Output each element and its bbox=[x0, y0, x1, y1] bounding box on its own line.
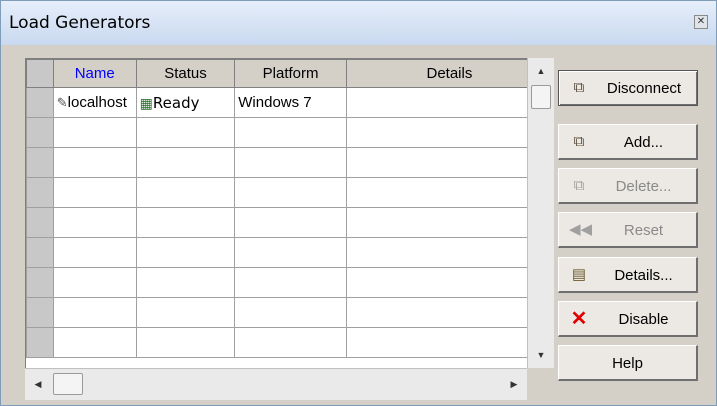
cell-name[interactable] bbox=[52, 327, 137, 358]
disconnect-button[interactable]: ⧉ Disconnect bbox=[558, 70, 698, 106]
cell-details[interactable] bbox=[345, 147, 553, 178]
cell-platform[interactable] bbox=[234, 237, 347, 268]
cell-status[interactable] bbox=[135, 207, 236, 238]
table-row[interactable]: ✎localhost ▦Ready Windows 7 bbox=[26, 87, 553, 118]
cell-details[interactable] bbox=[345, 207, 553, 238]
cell-details[interactable] bbox=[345, 87, 553, 118]
details-button[interactable]: ▤ Details... bbox=[558, 257, 698, 293]
row-header[interactable] bbox=[26, 207, 54, 238]
disconnect-label: Disconnect bbox=[606, 80, 682, 97]
cell-name[interactable] bbox=[52, 237, 137, 268]
row-header[interactable] bbox=[26, 297, 54, 328]
cell-details[interactable] bbox=[345, 177, 553, 208]
row-header[interactable] bbox=[26, 327, 54, 358]
grid-table: Name Status Platform Details ✎localhost … bbox=[26, 59, 553, 358]
cell-platform[interactable]: Windows 7 bbox=[234, 87, 347, 118]
cell-status[interactable] bbox=[135, 147, 236, 178]
delete-button[interactable]: ⧉ Delete... bbox=[558, 168, 698, 204]
add-label: Add... bbox=[623, 134, 664, 151]
load-generators-grid: Name Status Platform Details ✎localhost … bbox=[25, 58, 554, 400]
scroll-right-icon[interactable]: ▶ bbox=[501, 369, 527, 399]
table-row[interactable] bbox=[26, 207, 553, 238]
table-row[interactable] bbox=[26, 147, 553, 178]
cell-platform[interactable] bbox=[234, 267, 347, 298]
table-row[interactable] bbox=[26, 237, 553, 268]
plug-disconnect-icon: ⧉ bbox=[573, 79, 585, 96]
cell-platform[interactable] bbox=[234, 147, 347, 178]
reset-button[interactable]: ◀◀ Reset bbox=[558, 212, 698, 248]
cell-details[interactable] bbox=[345, 117, 553, 148]
vertical-scrollbar[interactable]: ▲ ▼ bbox=[527, 58, 554, 368]
row-header[interactable] bbox=[26, 147, 54, 178]
scroll-left-icon[interactable]: ◀ bbox=[25, 369, 51, 399]
title-bar: Load Generators ✕ bbox=[1, 1, 716, 45]
cell-name[interactable] bbox=[52, 147, 137, 178]
help-label: Help bbox=[612, 355, 643, 372]
column-header-name[interactable]: Name bbox=[52, 59, 137, 88]
cell-status[interactable] bbox=[135, 327, 236, 358]
cell-platform[interactable] bbox=[234, 207, 347, 238]
row-header[interactable] bbox=[26, 87, 54, 118]
cell-name[interactable] bbox=[52, 177, 137, 208]
plug-delete-icon: ⧉ bbox=[573, 177, 585, 194]
cell-platform[interactable] bbox=[234, 177, 347, 208]
cell-status[interactable] bbox=[135, 177, 236, 208]
cell-name[interactable] bbox=[52, 267, 137, 298]
cell-details[interactable] bbox=[345, 327, 553, 358]
details-label: Details... bbox=[614, 267, 673, 284]
ready-check-icon: ▦ bbox=[139, 94, 153, 111]
generator-name: localhost bbox=[67, 94, 127, 111]
dialog-title: Load Generators bbox=[9, 13, 151, 33]
cell-details[interactable] bbox=[345, 297, 553, 328]
help-button[interactable]: Help bbox=[558, 345, 698, 381]
column-header-status[interactable]: Status bbox=[135, 59, 236, 88]
cell-status[interactable] bbox=[135, 297, 236, 328]
cell-platform[interactable] bbox=[234, 327, 347, 358]
reset-label: Reset bbox=[623, 222, 664, 239]
cell-name[interactable] bbox=[52, 117, 137, 148]
scrollbar-corner bbox=[527, 368, 554, 400]
table-row[interactable] bbox=[26, 327, 553, 358]
cell-status[interactable] bbox=[135, 237, 236, 268]
cell-status[interactable]: ▦Ready bbox=[135, 87, 236, 118]
scroll-up-icon[interactable]: ▲ bbox=[528, 58, 554, 84]
delete-label: Delete... bbox=[615, 178, 672, 195]
table-row[interactable] bbox=[26, 297, 553, 328]
cell-name[interactable] bbox=[52, 207, 137, 238]
cell-name[interactable] bbox=[52, 297, 137, 328]
horizontal-scrollbar[interactable]: ◀ ▶ bbox=[25, 368, 527, 400]
table-row[interactable] bbox=[26, 177, 553, 208]
scroll-down-icon[interactable]: ▼ bbox=[528, 342, 554, 368]
load-generators-dialog: Load Generators ✕ Name Status Platform D… bbox=[0, 0, 717, 406]
column-header-platform[interactable]: Platform bbox=[234, 59, 347, 88]
cell-status[interactable] bbox=[135, 267, 236, 298]
vertical-scroll-thumb[interactable] bbox=[531, 85, 551, 109]
cell-details[interactable] bbox=[345, 237, 553, 268]
cell-status[interactable] bbox=[135, 117, 236, 148]
row-header[interactable] bbox=[26, 237, 54, 268]
table-row[interactable] bbox=[26, 267, 553, 298]
cell-details[interactable] bbox=[345, 267, 553, 298]
cell-platform[interactable] bbox=[234, 297, 347, 328]
rewind-icon: ◀◀ bbox=[569, 221, 593, 238]
red-x-icon: ✕ bbox=[570, 308, 588, 330]
disable-button[interactable]: ✕ Disable bbox=[558, 301, 698, 337]
table-row[interactable] bbox=[26, 117, 553, 148]
row-header[interactable] bbox=[26, 177, 54, 208]
horizontal-scroll-thumb[interactable] bbox=[53, 373, 83, 395]
column-header-details[interactable]: Details bbox=[345, 59, 553, 88]
cell-platform[interactable] bbox=[234, 117, 347, 148]
cell-name[interactable]: ✎localhost bbox=[52, 87, 137, 118]
grid-corner-cell[interactable] bbox=[26, 59, 54, 88]
disable-label: Disable bbox=[618, 311, 669, 328]
plug-add-icon: ⧉ bbox=[573, 133, 585, 150]
clipboard-user-icon: ▤ bbox=[571, 266, 587, 283]
row-header[interactable] bbox=[26, 267, 54, 298]
grid-header-row: Name Status Platform Details bbox=[26, 59, 553, 88]
pencil-machine-icon: ✎ bbox=[56, 95, 68, 110]
add-button[interactable]: ⧉ Add... bbox=[558, 124, 698, 160]
generator-status: Ready bbox=[152, 93, 200, 112]
row-header[interactable] bbox=[26, 117, 54, 148]
close-icon[interactable]: ✕ bbox=[694, 15, 708, 29]
